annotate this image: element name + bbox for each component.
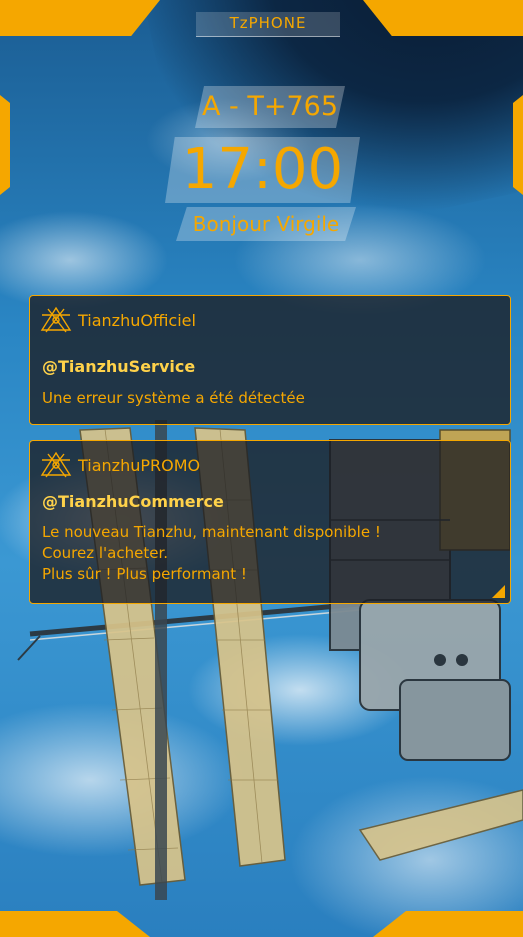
notification-sender: @TianzhuService: [42, 357, 196, 376]
notification-message: Une erreur système a été détectée: [42, 389, 305, 407]
expand-corner-icon[interactable]: [492, 585, 505, 598]
tianzhu-logo-icon: [40, 306, 72, 333]
lockscreen-wallpaper: TzPHONE A - T+765 17:00 Bonjour Virgile …: [0, 0, 523, 937]
notification-header: TianzhuOfficiel: [40, 306, 196, 334]
frame-side-right: [513, 95, 523, 195]
greeting: Bonjour Virgile: [176, 207, 356, 241]
clock-time: 17:00: [165, 137, 360, 203]
mission-code: A - T+765: [195, 86, 345, 128]
notification-sender: @TianzhuCommerce: [42, 492, 224, 511]
notification-card[interactable]: TianzhuOfficiel @TianzhuService Une erre…: [29, 295, 511, 425]
notification-header: TianzhuPROMO: [40, 451, 200, 479]
frame-side-left: [0, 95, 10, 195]
brand-title: TzPHONE: [196, 12, 340, 37]
notification-card[interactable]: TianzhuPROMO @TianzhuCommerce Le nouveau…: [29, 440, 511, 604]
notification-app-name: TianzhuOfficiel: [78, 310, 196, 330]
tianzhu-logo-icon: [40, 451, 72, 478]
notification-app-name: TianzhuPROMO: [78, 455, 201, 475]
notification-message: Le nouveau Tianzhu, maintenant disponibl…: [42, 523, 381, 583]
